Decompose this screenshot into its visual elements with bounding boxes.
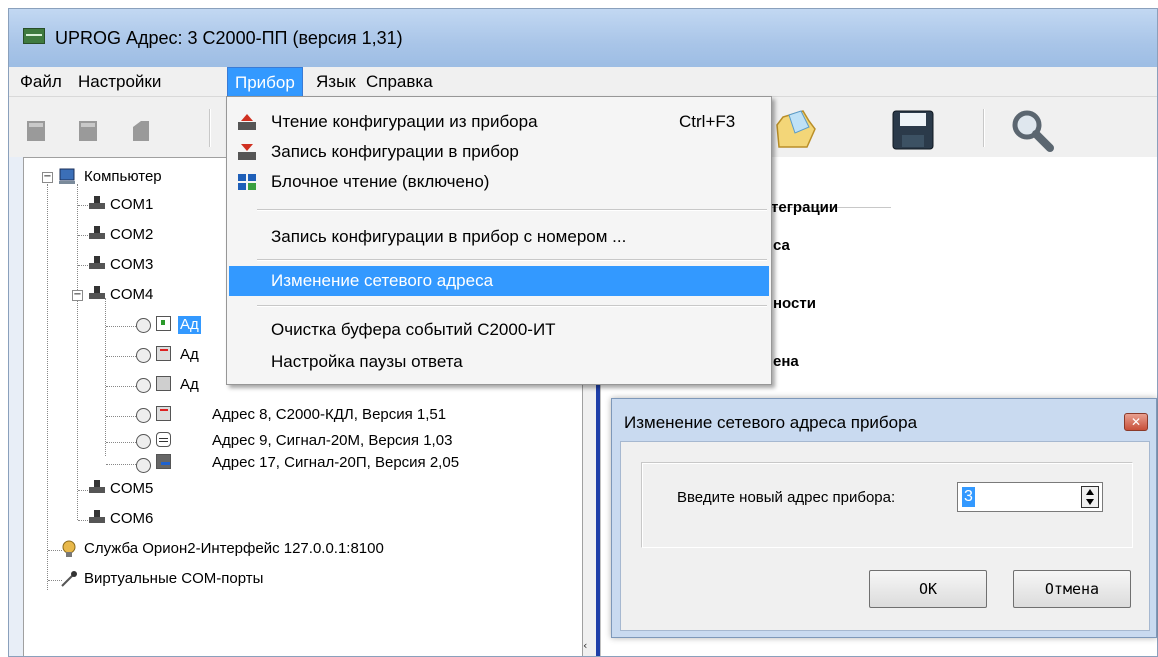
- tree-connector: [106, 442, 136, 443]
- app-icon: [23, 28, 45, 44]
- address-spin-input[interactable]: 3: [957, 482, 1103, 512]
- tree-port-com1[interactable]: COM1: [110, 196, 153, 214]
- com-port-icon: [89, 196, 105, 209]
- tree-service[interactable]: Служба Орион2-Интерфейс 127.0.0.1:8100: [84, 540, 384, 558]
- dialog-body: Введите новый адрес прибора: 3 OK Отмена: [620, 441, 1150, 631]
- tree-collapse-toggle[interactable]: −: [72, 290, 83, 301]
- device-status-icon: [136, 434, 151, 449]
- property-heading: теграции: [771, 199, 839, 216]
- com-port-icon: [89, 480, 105, 493]
- tree-device[interactable]: Ад: [180, 346, 199, 364]
- title-bar: UPROG Адрес: 3 С2000-ПП (версия 1,31): [9, 9, 1157, 67]
- address-prompt-label: Введите новый адрес прибора:: [677, 489, 896, 506]
- menu-separator: [257, 259, 767, 261]
- window-title: UPROG Адрес: 3 С2000-ПП (версия 1,31): [55, 28, 403, 48]
- device-type-icon: [156, 454, 171, 469]
- tree-connector: [106, 464, 136, 465]
- device-menu-dropdown: Чтение конфигурации из прибора Ctrl+F3 З…: [226, 96, 772, 385]
- menu-settings[interactable]: Настройки: [71, 67, 168, 97]
- ok-button[interactable]: OK: [869, 570, 987, 608]
- tree-device[interactable]: Адрес 9, Сигнал-20М, Версия 1,03: [212, 432, 452, 450]
- tree-port-com3[interactable]: COM3: [110, 256, 153, 274]
- toolbar-separator: [209, 109, 211, 147]
- dialog-title: Изменение сетевого адреса прибора: [624, 413, 918, 432]
- tree-port-com5[interactable]: COM5: [110, 480, 153, 498]
- address-value[interactable]: 3: [962, 487, 975, 507]
- menu-language[interactable]: Язык: [309, 67, 363, 97]
- tree-collapse-toggle[interactable]: −: [42, 172, 53, 183]
- save-disk-icon[interactable]: [891, 109, 935, 151]
- tree-connector: [47, 184, 48, 590]
- read-config-icon: [238, 114, 256, 130]
- tree-root-computer[interactable]: Компьютер: [84, 168, 162, 186]
- tree-device-selected[interactable]: Ад: [178, 316, 201, 334]
- menu-bar: Файл Настройки Прибор Язык Справка: [9, 67, 1157, 97]
- tree-connector: [106, 356, 136, 357]
- tree-connector: [106, 326, 136, 327]
- menu-help[interactable]: Справка: [359, 67, 440, 97]
- toolbar-disabled-icon-3[interactable]: [127, 117, 155, 145]
- tree-connector: [106, 386, 136, 387]
- search-magnifier-icon[interactable]: [1009, 107, 1055, 153]
- spin-arrows-icon[interactable]: [1081, 486, 1099, 508]
- menu-file[interactable]: Файл: [13, 67, 69, 97]
- device-type-icon: [156, 346, 171, 361]
- device-type-icon: [156, 376, 171, 391]
- virtual-port-icon: [61, 571, 77, 587]
- write-config-icon: [238, 144, 256, 160]
- com-port-icon: [89, 286, 105, 299]
- property-label: ена: [773, 353, 799, 370]
- com-port-icon: [89, 226, 105, 239]
- menu-item-write-config[interactable]: Запись конфигурации в прибор: [229, 137, 769, 167]
- device-type-icon: [156, 432, 171, 447]
- menu-item-clear-event-buffer[interactable]: Очистка буфера событий С2000-ИТ: [229, 315, 769, 345]
- computer-icon: [59, 168, 75, 184]
- device-status-icon: [136, 458, 151, 473]
- tree-connector: [106, 416, 136, 417]
- property-label: ности: [773, 295, 816, 312]
- change-address-dialog: Изменение сетевого адреса прибора ✕ Введ…: [611, 398, 1157, 638]
- tree-device[interactable]: Ад: [180, 376, 199, 394]
- scroll-left-icon[interactable]: ‹: [583, 639, 593, 652]
- device-status-icon: [136, 348, 151, 363]
- tree-connector: [105, 298, 106, 456]
- close-icon[interactable]: ✕: [1124, 413, 1148, 431]
- toolbar-disabled-icon-1[interactable]: [23, 117, 51, 145]
- tree-device[interactable]: Адрес 8, С2000-КДЛ, Версия 1,51: [212, 406, 446, 424]
- menu-separator: [257, 209, 767, 211]
- tree-port-com6[interactable]: COM6: [110, 510, 153, 528]
- device-status-icon: [136, 378, 151, 393]
- device-type-icon: [156, 406, 171, 421]
- block-read-icon: [238, 174, 256, 190]
- tree-device[interactable]: Адрес 17, Сигнал-20П, Версия 2,05: [212, 454, 459, 472]
- tree-virtual-ports[interactable]: Виртуальные COM-порты: [84, 570, 263, 588]
- menu-item-response-pause[interactable]: Настройка паузы ответа: [229, 347, 769, 377]
- menu-item-change-address[interactable]: Изменение сетевого адреса: [229, 266, 769, 296]
- tree-port-com2[interactable]: COM2: [110, 226, 153, 244]
- toolbar-separator-2: [983, 109, 985, 147]
- tree-port-com4[interactable]: COM4: [110, 286, 153, 304]
- menu-device[interactable]: Прибор: [227, 67, 303, 97]
- cancel-button[interactable]: Отмена: [1013, 570, 1131, 608]
- menu-separator: [257, 305, 767, 307]
- menu-item-block-read[interactable]: Блочное чтение (включено): [229, 167, 769, 197]
- menu-item-write-config-numbered[interactable]: Запись конфигурации в прибор с номером .…: [229, 222, 769, 252]
- com-port-icon: [89, 256, 105, 269]
- menu-item-read-config[interactable]: Чтение конфигурации из прибора Ctrl+F3: [229, 107, 769, 137]
- property-label: са: [773, 237, 790, 254]
- open-folder-icon[interactable]: [773, 107, 819, 151]
- device-status-icon: [136, 318, 151, 333]
- device-status-icon: [136, 408, 151, 423]
- service-icon: [62, 540, 76, 557]
- toolbar-disabled-icon-2[interactable]: [75, 117, 103, 145]
- com-port-icon: [89, 510, 105, 523]
- device-type-icon: [156, 316, 171, 331]
